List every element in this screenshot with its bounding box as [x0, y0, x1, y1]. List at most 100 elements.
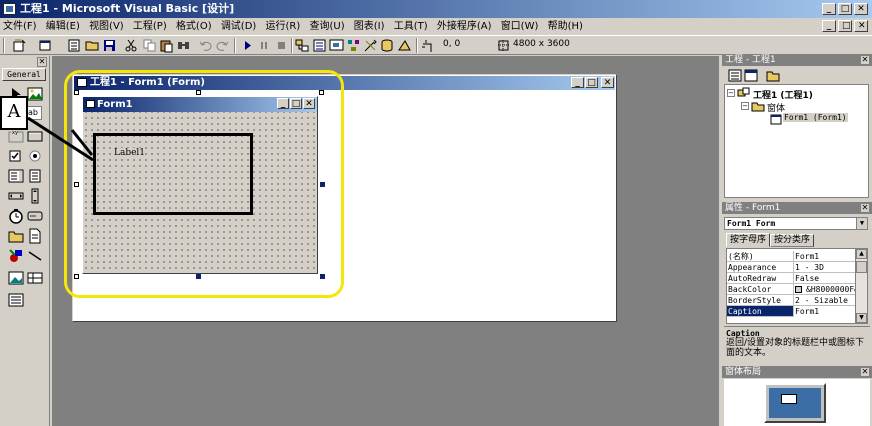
form-designer-close-button[interactable]: ✕ [601, 77, 614, 88]
menu-debug[interactable]: 调试(D) [218, 18, 260, 35]
color-swatch-icon [795, 286, 802, 293]
view-code-icon[interactable] [728, 69, 742, 82]
menu-format[interactable]: 格式(O) [173, 18, 215, 35]
toolbox-tab-general[interactable]: General [2, 68, 46, 81]
add-form-icon[interactable] [38, 38, 53, 53]
cut-icon[interactable] [124, 38, 139, 53]
hscrollbar-tool-icon[interactable] [8, 188, 24, 204]
form-layout-close-icon[interactable]: ✕ [860, 367, 870, 377]
project-explorer-title: 工程 - 工程1 ✕ [722, 54, 872, 66]
form-layout-panel: 窗体布局 ✕ [722, 366, 872, 426]
project-explorer-icon[interactable] [295, 38, 310, 53]
combobox-tool-icon[interactable] [8, 168, 24, 184]
tab-categorized[interactable]: 按分类序 [770, 234, 814, 247]
end-icon[interactable] [274, 38, 289, 53]
data-view-icon[interactable] [380, 38, 395, 53]
properties-close-icon[interactable]: ✕ [860, 203, 870, 213]
add-project-icon[interactable] [12, 38, 27, 53]
scroll-thumb[interactable] [856, 261, 867, 273]
form-designer-minimize-button[interactable]: _ [571, 77, 584, 88]
property-row[interactable]: (名称) Form1 [727, 251, 855, 262]
command-button-tool-icon[interactable] [27, 128, 43, 144]
mdi-restore-button[interactable]: □ [838, 20, 852, 32]
highlight-ring [64, 70, 344, 298]
listbox-tool-icon[interactable] [27, 168, 43, 184]
start-icon[interactable] [240, 38, 255, 53]
property-grid: (名称) Form1 Appearance 1 - 3D AutoRedraw Fal… [726, 248, 868, 324]
vb-app-icon [3, 3, 16, 15]
menu-run[interactable]: 运行(R) [263, 18, 304, 35]
ole-tool-icon[interactable] [8, 292, 24, 308]
property-row[interactable]: BackColor &H8000000F& [727, 284, 855, 295]
tab-alphabetic[interactable]: 按字母序 [726, 233, 770, 247]
chevron-down-icon[interactable]: ▼ [856, 218, 867, 229]
line-tool-icon[interactable] [27, 248, 43, 264]
drivelistbox-tool-icon[interactable] [27, 208, 43, 224]
scroll-up-icon[interactable]: ▲ [856, 249, 867, 259]
position-readout: 0, 0 [443, 39, 461, 49]
visual-component-manager-icon[interactable] [397, 38, 412, 53]
menu-view[interactable]: 视图(V) [86, 18, 127, 35]
timer-tool-icon[interactable] [8, 208, 24, 224]
description-title: Caption [726, 329, 760, 338]
filelistbox-tool-icon[interactable] [27, 228, 43, 244]
toggle-folders-icon[interactable] [766, 69, 780, 82]
toolbar-grip [3, 38, 5, 53]
property-scrollbar[interactable]: ▲ ▼ [855, 249, 867, 323]
undo-icon[interactable] [198, 38, 213, 53]
menu-editor-icon[interactable] [67, 38, 82, 53]
menu-query[interactable]: 查询(U) [306, 18, 347, 35]
image-tool-icon[interactable] [8, 270, 24, 286]
object-browser-icon[interactable] [346, 38, 361, 53]
dirlistbox-tool-icon[interactable] [8, 228, 24, 244]
tree-collapse-icon[interactable]: − [727, 89, 735, 97]
option-button-tool-icon[interactable] [27, 148, 43, 164]
break-icon[interactable] [257, 38, 272, 53]
redo-icon[interactable] [215, 38, 230, 53]
mdi-close-button[interactable]: ✕ [854, 20, 868, 32]
menu-file[interactable]: 文件(F) [0, 18, 40, 35]
picturebox-tool-icon[interactable] [27, 86, 43, 102]
property-row-selected[interactable]: Caption Form1 [727, 306, 855, 317]
find-icon[interactable] [176, 38, 191, 53]
copy-icon[interactable] [142, 38, 157, 53]
menu-diagram[interactable]: 图表(I) [351, 18, 388, 35]
data-tool-icon[interactable] [27, 270, 43, 286]
property-row[interactable]: AutoRedraw False [727, 273, 855, 284]
size-icon [498, 40, 509, 51]
menu-project[interactable]: 工程(P) [130, 18, 170, 35]
property-row[interactable]: Appearance 1 - 3D [727, 262, 855, 273]
menu-addins[interactable]: 外接程序(A) [434, 18, 495, 35]
mdi-minimize-button[interactable]: _ [822, 20, 836, 32]
form-position-preview[interactable] [781, 394, 797, 404]
menu-tools[interactable]: 工具(T) [391, 18, 431, 35]
menu-help[interactable]: 帮助(H) [545, 18, 586, 35]
menu-window[interactable]: 窗口(W) [498, 18, 542, 35]
open-project-icon[interactable] [85, 38, 100, 53]
project-explorer-close-icon[interactable]: ✕ [860, 55, 870, 65]
restore-button[interactable]: □ [838, 3, 852, 15]
project-icon [737, 87, 750, 97]
menu-edit[interactable]: 编辑(E) [43, 18, 83, 35]
checkbox-tool-icon[interactable] [8, 148, 24, 164]
shape-tool-icon[interactable] [8, 248, 24, 264]
minimize-button[interactable]: _ [822, 3, 836, 15]
tree-collapse-icon[interactable]: − [741, 102, 749, 110]
properties-window-icon[interactable] [312, 38, 327, 53]
paste-icon[interactable] [159, 38, 174, 53]
form-designer-restore-button[interactable]: □ [585, 77, 598, 88]
form-layout-icon[interactable] [329, 38, 344, 53]
view-object-icon[interactable] [744, 69, 758, 82]
save-project-icon[interactable] [102, 38, 117, 53]
object-select[interactable]: Form1 Form ▼ [724, 217, 868, 230]
toolbox-icon[interactable] [363, 38, 378, 53]
project-tree: − 工程1 (工程1) − 窗体 Form1 (Form1) [724, 84, 869, 198]
properties-title: 属性 - Form1 ✕ [722, 202, 872, 214]
frame-tool-icon[interactable]: xy [8, 128, 24, 144]
property-row[interactable]: BorderStyle 2 - Sizable [727, 295, 855, 306]
close-button[interactable]: ✕ [854, 3, 868, 15]
toolbox-close-icon[interactable]: ✕ [37, 57, 47, 67]
scroll-down-icon[interactable]: ▼ [856, 313, 867, 323]
form1-node[interactable]: Form1 (Form1) [783, 113, 848, 122]
vscrollbar-tool-icon[interactable] [27, 188, 43, 204]
